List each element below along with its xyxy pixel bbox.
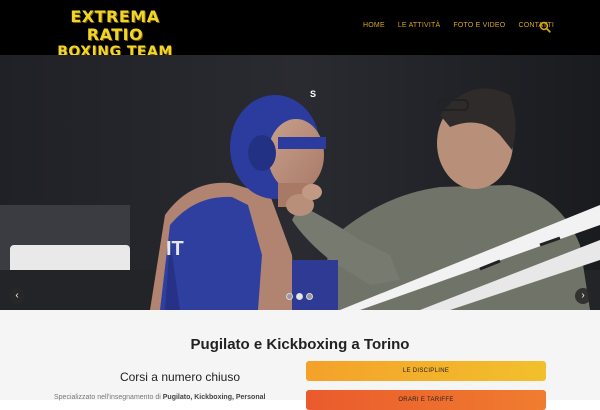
schedule-prices-button[interactable]: ORARI E TARIFFE	[306, 390, 546, 410]
logo-line-1: EXTREMA RATIO	[70, 7, 160, 44]
main-nav: HOME LE ATTIVITÀ FOTO E VIDEO CONTATTI	[363, 21, 554, 31]
site-logo[interactable]: EXTREMA RATIO BOXING TEAM	[47, 8, 183, 61]
hero-image: IT S	[0, 55, 600, 310]
section-subtitle: Corsi a numero chiuso	[119, 370, 241, 384]
search-icon[interactable]	[539, 21, 551, 33]
page-title: Pugilato e Kickboxing a Torino	[190, 336, 410, 353]
slider-next-button[interactable]: ›	[575, 288, 591, 304]
slider-dot-1[interactable]	[286, 293, 293, 300]
slider-dot-3[interactable]	[306, 293, 313, 300]
content-section	[0, 310, 600, 400]
nav-item-foto-video[interactable]: FOTO E VIDEO	[453, 21, 505, 31]
section-description: Specializzato nell'insegnamento di Pugil…	[54, 393, 294, 402]
svg-text:S: S	[310, 89, 316, 99]
nav-item-attivita[interactable]: LE ATTIVITÀ	[398, 21, 441, 31]
svg-text:IT: IT	[166, 238, 184, 260]
site-header: EXTREMA RATIO BOXING TEAM HOME LE ATTIVI…	[0, 0, 600, 60]
disciplines-button[interactable]: LE DISCIPLINE	[306, 361, 546, 381]
slider-dot-2[interactable]	[296, 293, 303, 300]
nav-item-home[interactable]: HOME	[363, 21, 385, 31]
slider-dots	[286, 293, 313, 300]
slider-prev-button[interactable]: ‹	[9, 288, 25, 304]
hero-slider[interactable]: IT S	[0, 55, 600, 310]
